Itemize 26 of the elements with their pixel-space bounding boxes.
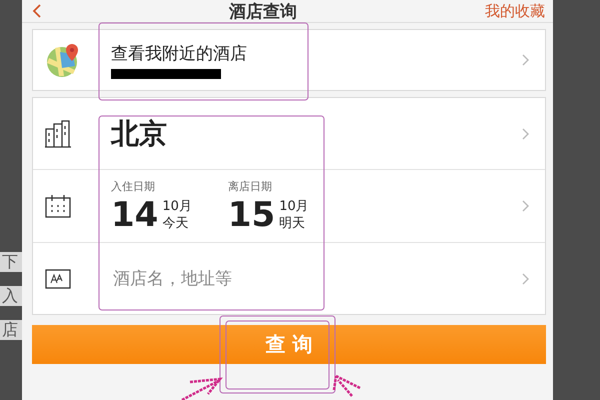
date-relative: 明天 bbox=[279, 214, 306, 232]
back-icon[interactable] bbox=[32, 4, 41, 18]
date-day[interactable]: 15 bbox=[228, 196, 276, 234]
page-title: 酒店查询 bbox=[229, 0, 297, 22]
map-pin-icon bbox=[45, 42, 81, 78]
chevron-right-icon bbox=[522, 272, 529, 284]
date-month: 10月 bbox=[279, 198, 309, 214]
background-text: 店 bbox=[0, 320, 22, 340]
date-day[interactable]: 14 bbox=[111, 196, 158, 234]
date-label: 入住日期 bbox=[111, 178, 156, 194]
date-relative: 今天 bbox=[162, 214, 190, 232]
nearby-hotels-title: 查看我附近的酒店 bbox=[111, 42, 248, 64]
text-field-icon bbox=[45, 268, 71, 288]
chevron-right-icon bbox=[522, 128, 529, 140]
hotel-search-field[interactable]: 酒店名，地址等 bbox=[111, 268, 375, 290]
background-text: 下 bbox=[0, 252, 22, 272]
background-text: 入 bbox=[0, 286, 22, 306]
city-value[interactable]: 北京 bbox=[111, 114, 522, 152]
chevron-right-icon bbox=[522, 54, 529, 66]
date-label: 离店日期 bbox=[228, 178, 273, 194]
chevron-right-icon bbox=[522, 200, 529, 212]
favorites-link[interactable]: 我的收藏 bbox=[485, 2, 545, 20]
building-icon bbox=[45, 120, 71, 148]
date-month: 10月 bbox=[162, 198, 192, 214]
calendar-icon bbox=[45, 194, 71, 218]
nearby-card[interactable]: 查看我附近的酒店 bbox=[32, 29, 546, 91]
